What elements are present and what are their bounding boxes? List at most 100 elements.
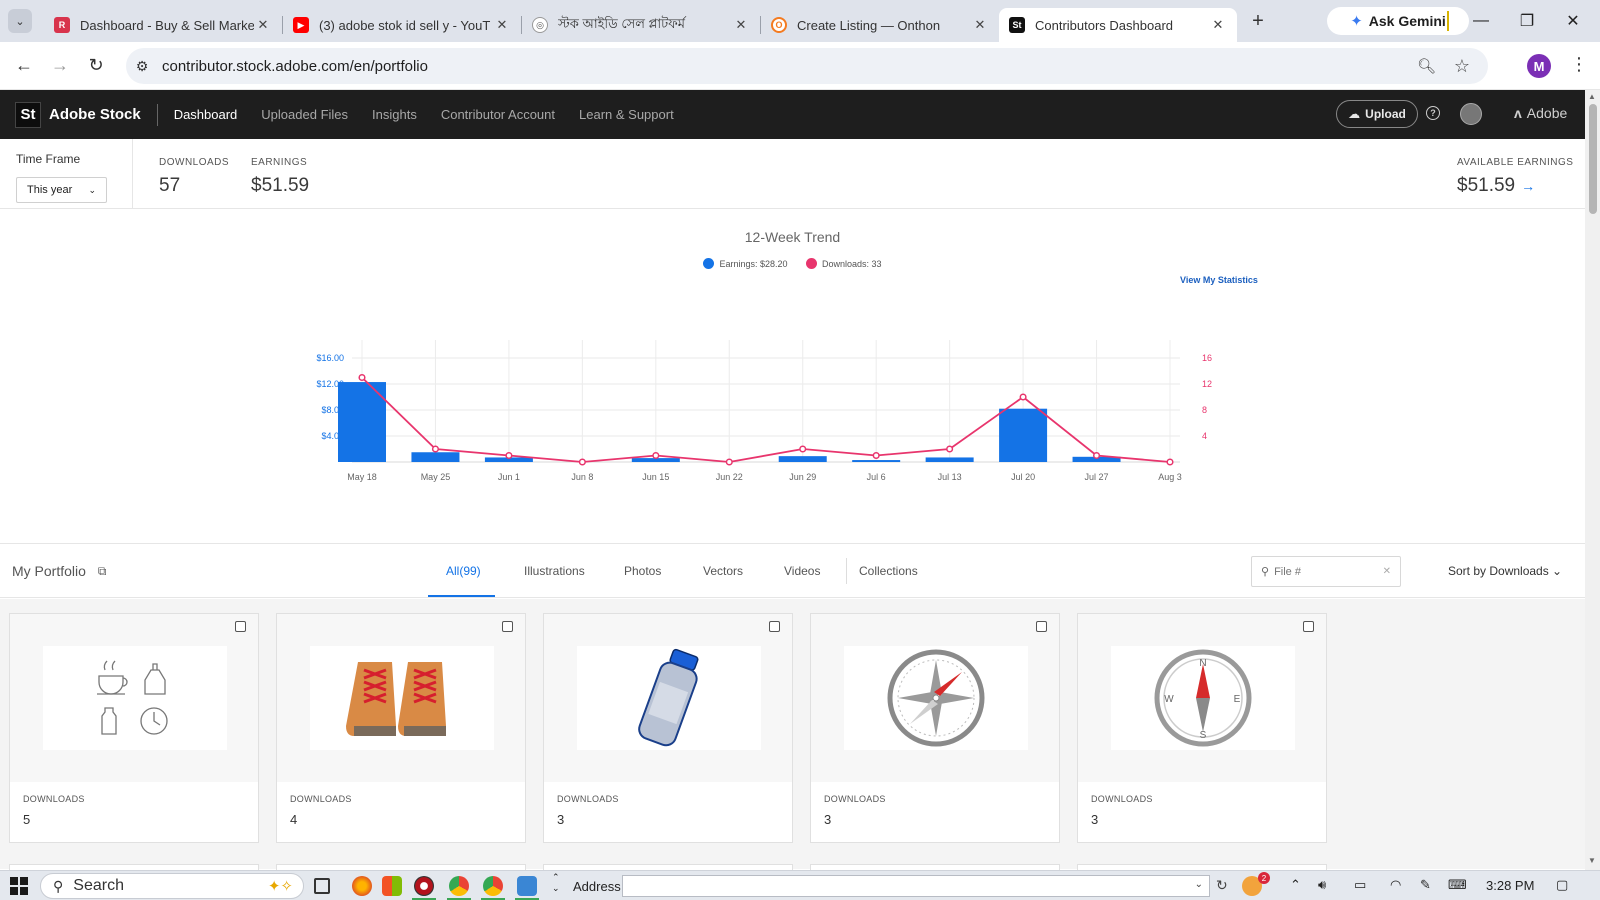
- nav-dashboard[interactable]: Dashboard: [174, 107, 238, 122]
- chevron-down-icon[interactable]: ⌄: [1195, 879, 1203, 890]
- windows-taskbar: ⚲ Search ✦✧ ⌃ ⌄ Address ⌄ ↻ 2 ⌃ 🔊︎ ▭ ◠ ✎ …: [0, 870, 1600, 900]
- view-my-statistics-link[interactable]: View My Statistics: [1180, 275, 1258, 285]
- legend-earnings[interactable]: Earnings: $28.20: [703, 258, 788, 269]
- select-checkbox[interactable]: [769, 621, 780, 632]
- photos-icon[interactable]: [517, 876, 537, 896]
- omnibox[interactable]: ⚙ contributor.stock.adobe.com/en/portfol…: [126, 48, 1488, 84]
- volume-icon[interactable]: 🔊︎: [1318, 877, 1326, 893]
- downloads-point: [946, 445, 954, 453]
- nav-insights[interactable]: Insights: [372, 107, 417, 122]
- minimize-icon[interactable]: —: [1458, 0, 1504, 42]
- arrow-right-icon[interactable]: →: [1521, 178, 1535, 194]
- thumbnail[interactable]: [310, 646, 494, 750]
- timeframe-select[interactable]: This year ⌄: [16, 177, 107, 203]
- compass-rose-thumb: [887, 649, 985, 747]
- select-checkbox[interactable]: [235, 621, 246, 632]
- tab-search-chevron-icon[interactable]: ⌄: [8, 9, 32, 33]
- browser-tab-2[interactable]: ▶ (3) adobe stok id sell y - YouT ✕: [283, 8, 521, 42]
- portfolio-item-4[interactable]: DOWNLOADS 3: [810, 613, 1060, 843]
- zoom-icon[interactable]: 🔍︎: [1417, 57, 1436, 75]
- media-player-icon[interactable]: [414, 876, 434, 896]
- browser-tab-3[interactable]: ◎ স্টক আইডি সেল প্লাটফর্ম ✕: [522, 8, 760, 42]
- taskbar-clock[interactable]: 3:28 PM: [1486, 878, 1534, 893]
- user-avatar[interactable]: [1460, 103, 1482, 125]
- keyboard-icon[interactable]: ⌨: [1448, 877, 1467, 893]
- browser-tab-1[interactable]: R Dashboard - Buy & Sell Marke ✕: [44, 8, 282, 42]
- adobe-link[interactable]: ʌ Adobe: [1514, 105, 1567, 121]
- tray-overflow-icon[interactable]: ⌃: [1290, 877, 1301, 893]
- thumbnail[interactable]: [844, 646, 1028, 750]
- available-earnings[interactable]: $51.59 →: [1457, 175, 1535, 197]
- notifications-icon[interactable]: ▢: [1556, 877, 1568, 893]
- tab-divider: [846, 558, 847, 584]
- thumbnail[interactable]: [43, 646, 227, 750]
- tab-illustrations[interactable]: Illustrations: [524, 564, 585, 578]
- tab-collections[interactable]: Collections: [859, 564, 918, 578]
- file-search-box[interactable]: ⚲ ✕: [1251, 556, 1401, 587]
- scroll-up-icon[interactable]: ▲: [1588, 92, 1596, 101]
- file-search-input[interactable]: [1274, 565, 1375, 578]
- firefox-icon[interactable]: [352, 876, 372, 896]
- external-link-icon[interactable]: ⧉: [98, 564, 107, 579]
- close-icon[interactable]: ✕: [732, 17, 750, 33]
- taskbar-search[interactable]: ⚲ Search ✦✧: [40, 873, 304, 899]
- sort-dropdown[interactable]: Sort by Downloads ⌄: [1448, 564, 1562, 578]
- tab-videos[interactable]: Videos: [784, 564, 820, 578]
- nav-contributor-account[interactable]: Contributor Account: [441, 107, 555, 122]
- close-icon[interactable]: ✕: [493, 17, 511, 33]
- scrollbar-thumb[interactable]: [1589, 104, 1597, 214]
- restore-icon[interactable]: ❐: [1504, 0, 1550, 42]
- select-checkbox[interactable]: [1036, 621, 1047, 632]
- nav-uploaded-files[interactable]: Uploaded Files: [261, 107, 348, 122]
- battery-icon[interactable]: ▭: [1354, 877, 1366, 893]
- thumbnail[interactable]: N S E W: [1111, 646, 1295, 750]
- close-icon[interactable]: ✕: [971, 17, 989, 33]
- select-checkbox[interactable]: [502, 621, 513, 632]
- tab-vectors[interactable]: Vectors: [703, 564, 743, 578]
- nav-learn-support[interactable]: Learn & Support: [579, 107, 674, 122]
- clear-icon[interactable]: ✕: [1383, 566, 1391, 577]
- pen-icon[interactable]: ✎: [1420, 877, 1431, 893]
- portfolio-title[interactable]: My Portfolio ⧉: [12, 563, 107, 579]
- chrome-icon[interactable]: [449, 876, 469, 896]
- scroll-down-icon[interactable]: ▼: [1588, 856, 1596, 865]
- tab-all[interactable]: All(99): [446, 564, 481, 578]
- portfolio-item-2[interactable]: DOWNLOADS 4: [276, 613, 526, 843]
- forward-arrow-icon[interactable]: →: [42, 48, 78, 84]
- new-tab-button[interactable]: +: [1243, 10, 1273, 33]
- browser-tab-4[interactable]: O Create Listing — Onthon ✕: [761, 8, 999, 42]
- select-checkbox[interactable]: [1303, 621, 1314, 632]
- adobe-stock-logo[interactable]: St: [15, 101, 41, 128]
- help-icon[interactable]: ?: [1426, 106, 1440, 120]
- portfolio-item-1[interactable]: DOWNLOADS 5: [9, 613, 259, 843]
- profile-avatar[interactable]: M: [1527, 54, 1551, 78]
- task-view-icon[interactable]: [314, 878, 330, 894]
- portfolio-item-3[interactable]: DOWNLOADS 3: [543, 613, 793, 843]
- browser-tab-5-active[interactable]: St Contributors Dashboard ✕: [999, 8, 1237, 42]
- portfolio-toolbar: My Portfolio ⧉ All(99) Illustrations Pho…: [0, 544, 1585, 598]
- windows-start-icon[interactable]: [10, 876, 28, 895]
- refresh-icon[interactable]: ↻: [1216, 877, 1228, 894]
- legend-downloads[interactable]: Downloads: 33: [806, 258, 882, 269]
- page-scrollbar[interactable]: ▲ ▼: [1585, 90, 1600, 870]
- browser-menu-icon[interactable]: ⋮: [1570, 54, 1588, 75]
- thumbnail[interactable]: [577, 646, 761, 750]
- chrome-profile-icon[interactable]: [483, 876, 503, 896]
- back-arrow-icon[interactable]: ←: [6, 48, 42, 84]
- wifi-icon[interactable]: ◠: [1390, 877, 1401, 893]
- close-icon[interactable]: ✕: [254, 17, 272, 33]
- upload-button[interactable]: ☁ Upload: [1336, 100, 1418, 128]
- brand-name[interactable]: Adobe Stock: [49, 106, 141, 123]
- tab-photos[interactable]: Photos: [624, 564, 661, 578]
- bookmark-star-icon[interactable]: ☆: [1454, 56, 1470, 77]
- window-close-icon[interactable]: ✕: [1550, 0, 1596, 42]
- url-text[interactable]: contributor.stock.adobe.com/en/portfolio: [162, 58, 428, 75]
- apps-icon[interactable]: [382, 876, 402, 896]
- adobe-stock-header: St Adobe Stock Dashboard Uploaded Files …: [0, 90, 1585, 139]
- portfolio-item-5[interactable]: N S E W DOWNLOADS 3: [1077, 613, 1327, 843]
- toolbar-expand-icon[interactable]: ⌃ ⌄: [552, 872, 560, 894]
- reload-icon[interactable]: ↻: [78, 48, 114, 84]
- taskbar-address-input[interactable]: ⌄: [622, 875, 1210, 897]
- site-info-icon[interactable]: ⚙: [126, 58, 158, 75]
- close-icon[interactable]: ✕: [1209, 17, 1227, 33]
